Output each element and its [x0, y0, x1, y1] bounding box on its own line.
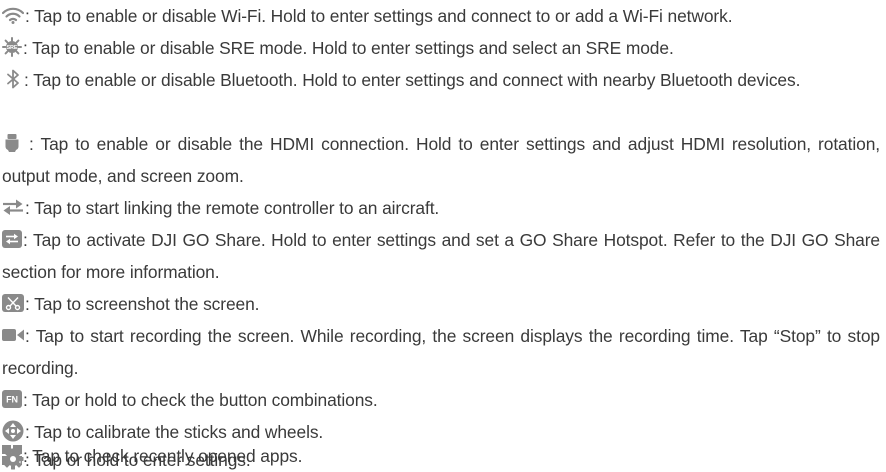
separator: : [23, 390, 33, 410]
sre-icon: SRE [2, 37, 22, 58]
item-text: Tap to activate DJI GO Share. Hold to en… [2, 230, 881, 282]
item-text: Tap to calibrate the sticks and wheels. [34, 422, 324, 442]
record-icon [2, 328, 24, 342]
fn-badge-text: FN [6, 395, 18, 405]
sre-badge-text: SRE [6, 46, 17, 52]
hdmi-icon [5, 133, 19, 153]
item-text: Tap or hold to enter settings. [34, 450, 251, 470]
bluetooth-icon [6, 69, 20, 89]
separator: : [25, 294, 35, 314]
list-item-go-share: : Tap to activate DJI GO Share. Hold to … [2, 224, 880, 288]
item-text: Tap to enable or disable SRE mode. Hold … [32, 38, 674, 58]
separator: : [25, 198, 35, 218]
list-item-wifi: : Tap to enable or disable Wi-Fi. Hold t… [2, 0, 880, 32]
separator: : [25, 326, 36, 346]
item-text: Tap to enable or disable Wi-Fi. Hold to … [34, 6, 733, 26]
list-item-settings: : Tap or hold to enter settings. [2, 448, 880, 472]
link-arrows-icon [2, 198, 24, 216]
list-item-screenshot: : Tap to screenshot the screen. [2, 288, 880, 320]
list-item-fn: FN : Tap or hold to check the button com… [2, 384, 880, 416]
list-item-link: : Tap to start linking the remote contro… [2, 192, 880, 224]
list-item-hdmi: : Tap to enable or disable the HDMI conn… [2, 128, 880, 192]
separator: : [23, 38, 33, 58]
item-text: Tap to screenshot the screen. [34, 294, 260, 314]
separator: : [24, 70, 34, 90]
item-text: Tap to enable or disable the HDMI connec… [2, 134, 880, 186]
separator: : [23, 230, 34, 250]
item-text: Tap to enable or disable Bluetooth. Hold… [33, 70, 801, 90]
separator: : [25, 6, 35, 26]
list-item-record: : Tap to start recording the screen. Whi… [2, 320, 880, 384]
screenshot-icon [2, 294, 24, 313]
go-share-icon [2, 230, 22, 249]
list-item-sre: SRE : Tap to enable or disable SRE mode.… [2, 32, 880, 64]
separator: : [25, 422, 35, 442]
item-text: Tap or hold to check the button combinat… [32, 390, 378, 410]
list-item-bluetooth: : Tap to enable or disable Bluetooth. Ho… [2, 64, 880, 96]
wifi-icon [2, 7, 24, 24]
separator: : [29, 134, 41, 154]
item-text: Tap to start recording the screen. While… [2, 326, 880, 378]
settings-gear-icon [2, 448, 24, 470]
separator: : [25, 450, 35, 470]
item-text: Tap to start linking the remote controll… [34, 198, 440, 218]
fn-icon: FN [2, 390, 22, 409]
